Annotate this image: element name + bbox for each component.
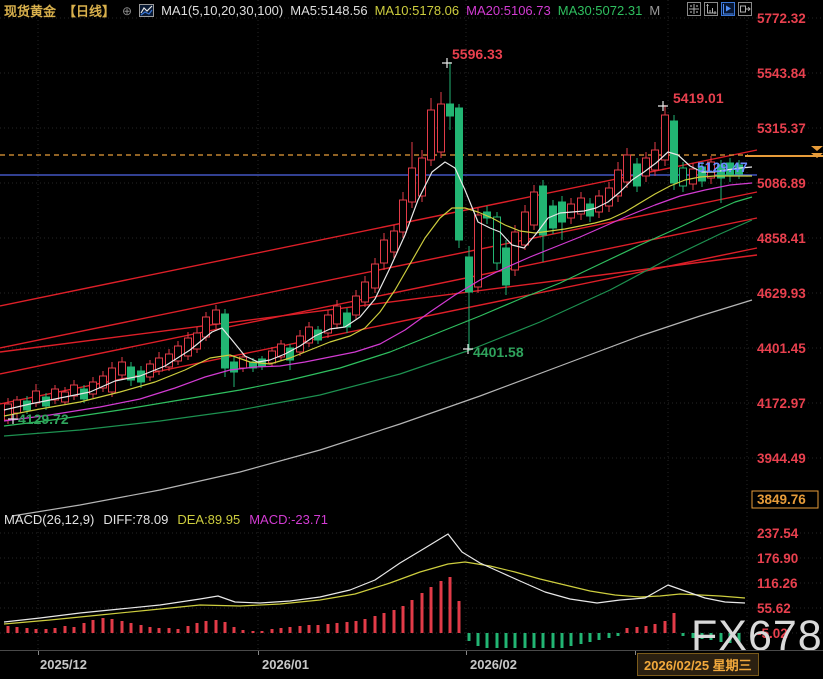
candle-body (400, 200, 407, 232)
macd-header: MACD(26,12,9) DIFF:78.09 DEA:89.95 MACD:… (4, 512, 328, 527)
ma5-value: MA5:5148.56 (290, 3, 367, 18)
last-price-label: 5129.47 (697, 159, 748, 175)
axis-scale-icon[interactable] (704, 2, 718, 16)
candle-body (213, 310, 220, 324)
symbol-title: 现货黄金 (4, 1, 56, 20)
pan-tool-icon[interactable] (687, 2, 701, 16)
candle-body (231, 362, 238, 372)
price-axis-label: 5772.32 (757, 11, 806, 26)
candle-body (522, 212, 529, 245)
date-tick (258, 651, 259, 655)
candle-body (475, 215, 482, 287)
macd-settings-label[interactable]: MACD(26,12,9) (4, 512, 94, 527)
trend-line (0, 218, 757, 374)
candle-body (690, 169, 697, 184)
price-annotation: 5596.33 (452, 46, 503, 62)
candle-body (203, 317, 210, 337)
price-axis-label: 4629.93 (757, 286, 806, 301)
diff-value: DIFF:78.09 (103, 512, 168, 527)
ma-settings-label[interactable]: MA1(5,10,20,30,100) (161, 3, 283, 18)
candle-body (344, 313, 351, 327)
candle-body (680, 168, 687, 186)
current-date-badge: 2026/02/25 星期三 (637, 653, 759, 676)
candle-body (109, 368, 116, 392)
candle-body (391, 231, 398, 252)
price-axis-label: 5086.89 (757, 176, 806, 191)
period-label: 【日线】 (63, 1, 115, 20)
candle-body (568, 204, 575, 218)
candle-body (33, 391, 40, 403)
macd-axis-label: 176.90 (757, 551, 798, 566)
candle-body (531, 192, 538, 225)
price-axis-label: 5315.37 (757, 121, 806, 136)
candle-body (222, 314, 229, 368)
dea-value: DEA:89.95 (177, 512, 240, 527)
ma20-value: MA20:5106.73 (466, 3, 551, 18)
date-label: 2025/12 (40, 657, 87, 672)
candle-body (381, 240, 388, 263)
ma250-line (12, 300, 752, 516)
date-axis: 2025/12 2026/01 2026/02 2026/02/25 星期三 (0, 650, 823, 679)
candle-body (5, 404, 12, 420)
annotation-cross (658, 101, 668, 111)
date-tick (38, 651, 39, 655)
macd-axis-label: 116.26 (757, 576, 798, 591)
candle-body (671, 121, 678, 183)
chart-canvas[interactable]: 5596.33 5419.01 4401.58 4129.72 5129.47 5772.… (0, 0, 823, 650)
ma100-value-truncated: M (649, 3, 660, 18)
macd-value: MACD:-23.71 (249, 512, 328, 527)
candle-body (643, 158, 650, 176)
candle-body (447, 104, 454, 116)
detach-window-icon[interactable] (738, 2, 752, 16)
ma20-line (4, 183, 752, 421)
diff-line (4, 534, 745, 622)
price-axis-label: 3944.49 (757, 451, 806, 466)
dea-line (4, 562, 745, 624)
price-axis-label: 4401.45 (757, 341, 806, 356)
candle-body (559, 202, 566, 222)
candle-body (494, 217, 501, 263)
candle-body (334, 306, 341, 324)
crosshair-mode-icon[interactable] (721, 2, 735, 16)
candle-body (419, 158, 426, 196)
price-axis-label: 5543.84 (757, 66, 806, 81)
date-tick (466, 651, 467, 655)
candle-body (409, 168, 416, 202)
trading-chart-app: 5596.33 5419.01 4401.58 4129.72 5129.47 5772.… (0, 0, 823, 678)
expand-icon[interactable]: ⊕ (122, 4, 132, 18)
price-annotation: 5419.01 (673, 90, 724, 106)
ma30-line (4, 197, 752, 426)
price-annotation: 4129.72 (18, 411, 69, 427)
date-tick (635, 651, 636, 655)
candle-body (119, 362, 126, 375)
candle-body (362, 282, 369, 302)
candle-body (353, 296, 360, 315)
candle-body (456, 108, 463, 240)
chart-header: 现货黄金 【日线】 ⊕ MA1(5,10,20,30,100) MA5:5148… (4, 1, 660, 20)
price-axis-label: 4172.97 (757, 396, 806, 411)
candle-body (624, 155, 631, 182)
macd-axis-label: 237.54 (757, 526, 799, 541)
chart-toolbar (687, 2, 752, 16)
price-axis-label: 4858.41 (757, 231, 806, 246)
price-annotation: 4401.58 (473, 344, 524, 360)
candle-body (372, 264, 379, 288)
scale-min-label: 3849.76 (757, 492, 806, 507)
candle-body (269, 351, 276, 363)
candle-body (428, 110, 435, 160)
date-label: 2026/01 (262, 657, 309, 672)
candle-body (596, 196, 603, 212)
candle-body (652, 150, 659, 170)
ma10-value: MA10:5178.06 (375, 3, 460, 18)
indicator-chart-icon[interactable] (139, 4, 154, 17)
date-label: 2026/02 (470, 657, 517, 672)
ma30-value: MA30:5072.31 (558, 3, 643, 18)
candle-body (438, 104, 445, 152)
